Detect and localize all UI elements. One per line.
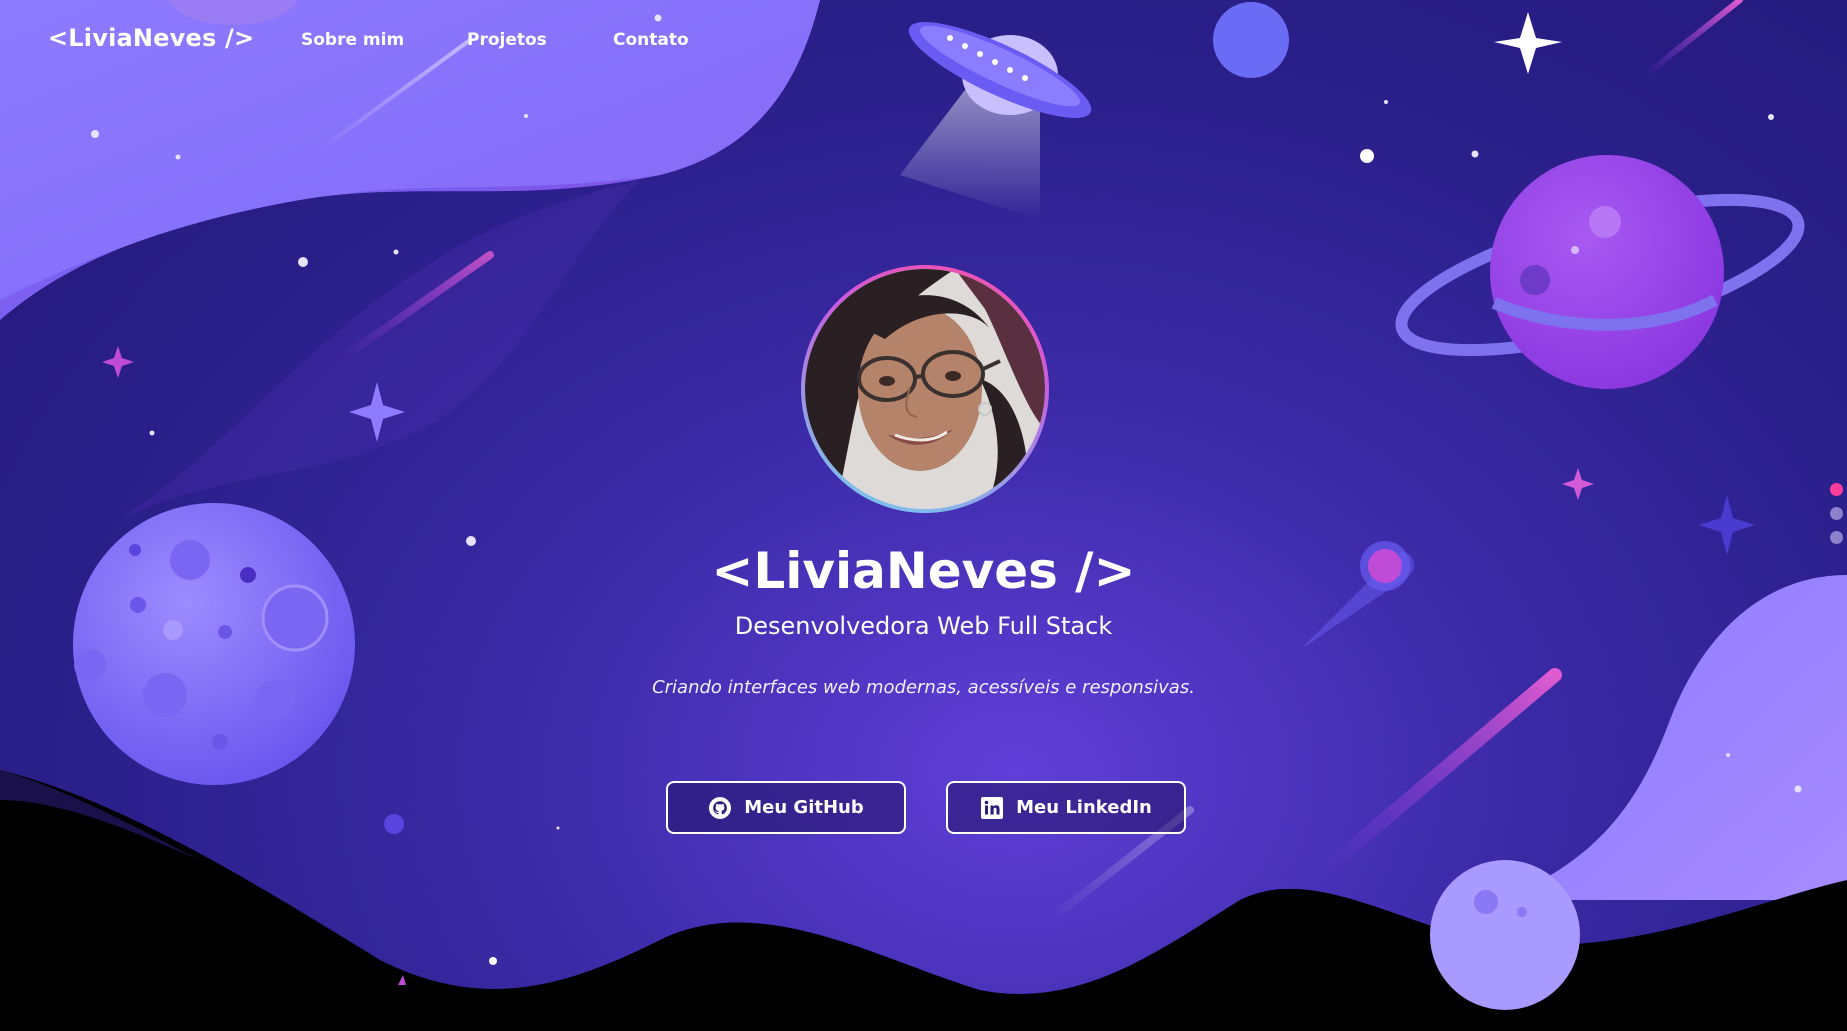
nav-link-sobre-mim[interactable]: Sobre mim <box>301 30 404 50</box>
profile-photo-illustration <box>805 269 1045 509</box>
slide-dot-2[interactable] <box>1830 507 1843 520</box>
ringed-planet-illustration <box>1395 155 1805 389</box>
slide-dot-3[interactable] <box>1830 531 1843 544</box>
github-icon <box>708 796 732 820</box>
site-logo[interactable]: <LiviaNeves /> <box>48 24 254 52</box>
linkedin-icon <box>980 796 1004 820</box>
hero-tagline: Criando interfaces web modernas, acessív… <box>652 677 1195 698</box>
nav-link-projetos[interactable]: Projetos <box>467 30 547 50</box>
hero-title: <LiviaNeves /> <box>711 542 1136 600</box>
portfolio-hero-page: <LiviaNeves /> Sobre mim Projetos Contat… <box>0 0 1847 1031</box>
linkedin-button[interactable]: Meu LinkedIn <box>946 781 1186 834</box>
slide-dot-1-active[interactable] <box>1830 483 1843 496</box>
space-background <box>0 0 1847 1031</box>
top-navbar: <LiviaNeves /> Sobre mim Projetos Contat… <box>0 0 1847 80</box>
slide-indicator <box>1827 483 1847 555</box>
github-button-label: Meu GitHub <box>744 797 864 818</box>
nav-link-contato[interactable]: Contato <box>613 30 689 50</box>
linkedin-button-label: Meu LinkedIn <box>1016 797 1152 818</box>
profile-photo <box>805 269 1045 509</box>
hero-subtitle: Desenvolvedora Web Full Stack <box>734 612 1113 640</box>
profile-photo-ring <box>801 265 1049 513</box>
github-button[interactable]: Meu GitHub <box>666 781 906 834</box>
